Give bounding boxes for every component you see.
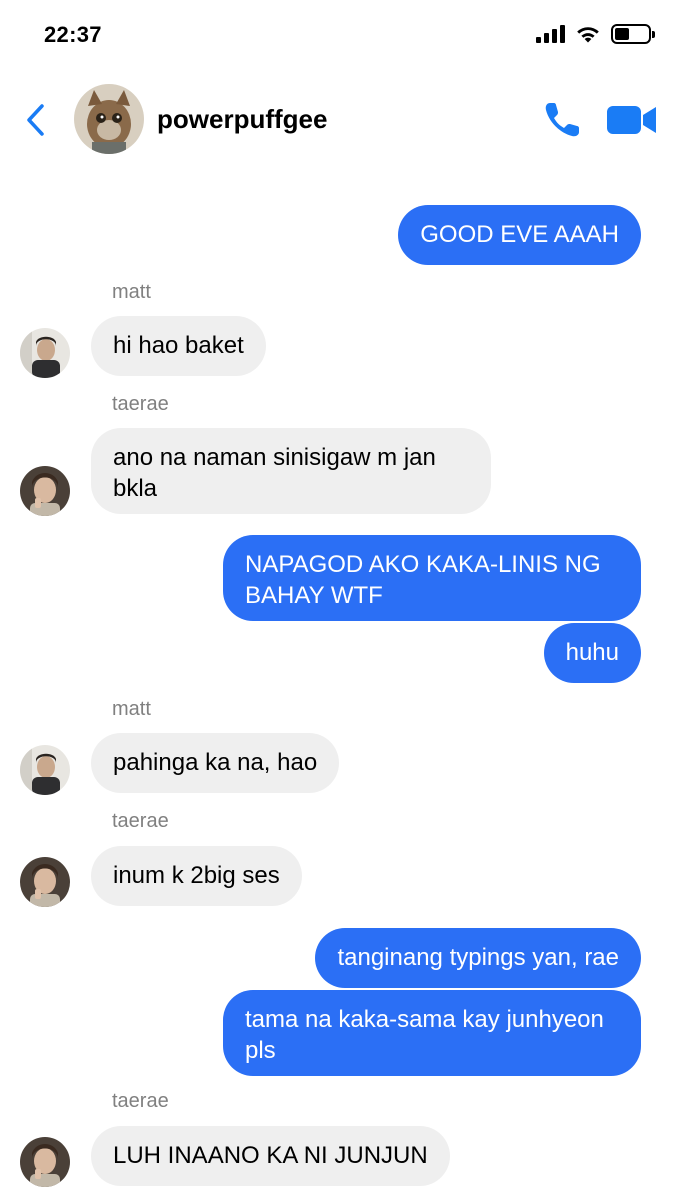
incoming-message[interactable]: hi hao baket xyxy=(91,316,266,376)
incoming-message[interactable]: ano na naman sinisigaw m jan bkla xyxy=(91,428,491,514)
message-thread: GOOD EVE AAAH matt hi hao baket taerae a… xyxy=(0,0,683,1200)
outgoing-message[interactable]: huhu xyxy=(543,623,641,683)
sender-avatar-matt[interactable] xyxy=(20,745,70,795)
sender-name: taerae xyxy=(112,1090,169,1112)
sender-avatar-taerae[interactable] xyxy=(20,857,70,907)
outgoing-message[interactable]: GOOD EVE AAAH xyxy=(398,205,641,265)
sender-name: taerae xyxy=(112,810,169,832)
sender-name: matt xyxy=(112,698,151,720)
outgoing-message[interactable]: NAPAGOD AKO KAKA-LINIS NG BAHAY WTF xyxy=(223,535,641,621)
outgoing-message[interactable]: tama na kaka-sama kay junhyeon pls xyxy=(223,990,641,1076)
incoming-message[interactable]: LUH INAANO KA NI JUNJUN xyxy=(91,1126,450,1186)
outgoing-message[interactable]: tanginang typings yan, rae xyxy=(315,928,641,988)
incoming-message[interactable]: inum k 2big ses xyxy=(91,846,302,906)
sender-avatar-matt[interactable] xyxy=(20,328,70,378)
sender-avatar-taerae[interactable] xyxy=(20,1137,70,1187)
sender-name: taerae xyxy=(112,393,169,415)
sender-name: matt xyxy=(112,281,151,303)
incoming-message[interactable]: pahinga ka na, hao xyxy=(91,733,340,793)
sender-avatar-taerae[interactable] xyxy=(20,466,70,516)
